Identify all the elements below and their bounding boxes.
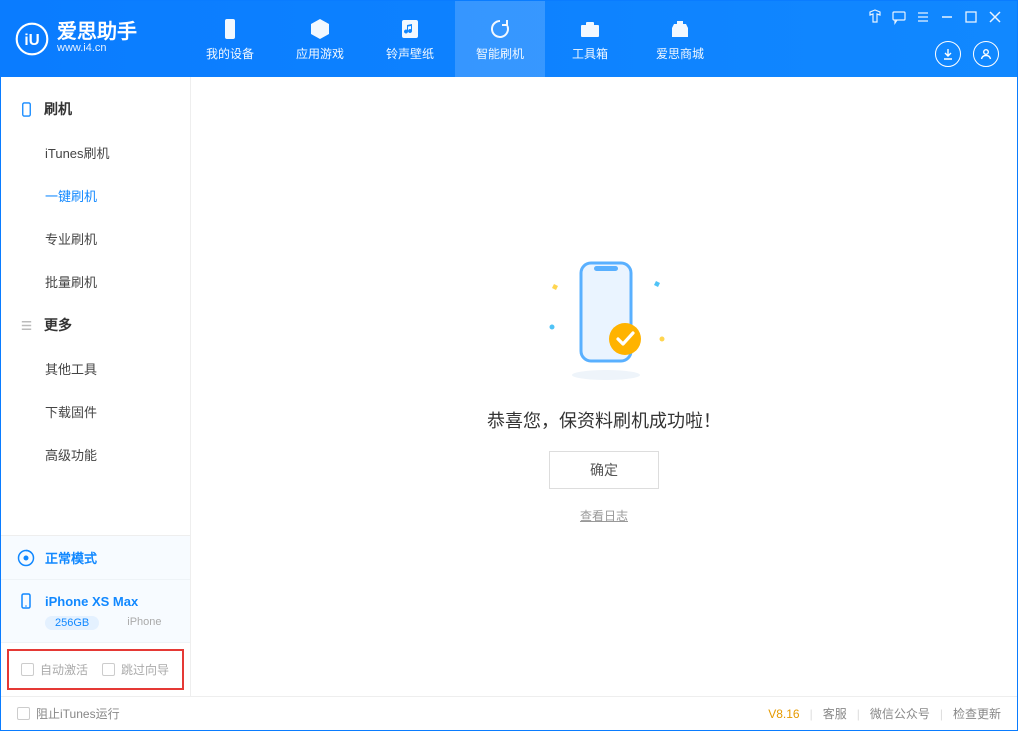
app-name: 爱思助手 xyxy=(57,22,137,42)
header-actions xyxy=(935,41,999,67)
sidebar-nav: 刷机 iTunes刷机 一键刷机 专业刷机 批量刷机 更多 其他工具 下载固件 … xyxy=(1,77,190,535)
app-logo: iU 爱思助手 www.i4.cn xyxy=(15,22,185,56)
nav-tab-toolbox[interactable]: 工具箱 xyxy=(545,1,635,77)
version-label: V8.16 xyxy=(768,707,799,721)
sidebar-group-flash: 刷机 xyxy=(1,87,190,131)
refresh-icon xyxy=(488,17,512,41)
logo-icon: iU xyxy=(15,22,49,56)
sidebar: 刷机 iTunes刷机 一键刷机 专业刷机 批量刷机 更多 其他工具 下载固件 … xyxy=(1,77,191,696)
sidebar-group-more: 更多 xyxy=(1,303,190,347)
nav-tab-store[interactable]: 爱思商城 xyxy=(635,1,725,77)
block-itunes-checkbox[interactable]: 阻止iTunes运行 xyxy=(17,705,120,722)
footer-link-update[interactable]: 检查更新 xyxy=(953,705,1001,722)
checkbox-icon xyxy=(21,663,34,676)
footer-link-support[interactable]: 客服 xyxy=(823,705,847,722)
app-body: 刷机 iTunes刷机 一键刷机 专业刷机 批量刷机 更多 其他工具 下载固件 … xyxy=(1,77,1017,696)
confirm-button[interactable]: 确定 xyxy=(549,451,659,489)
mode-card[interactable]: 正常模式 xyxy=(1,536,190,580)
feedback-icon[interactable] xyxy=(891,9,907,25)
mode-label: 正常模式 xyxy=(45,548,97,567)
checkbox-icon xyxy=(17,707,30,720)
download-icon xyxy=(941,47,955,61)
music-icon xyxy=(398,17,422,41)
main-content: 恭喜您，保资料刷机成功啦！ 确定 查看日志 xyxy=(191,77,1017,696)
device-icon xyxy=(17,592,35,610)
device-name: iPhone XS Max xyxy=(45,594,138,609)
nav-tab-apps[interactable]: 应用游戏 xyxy=(275,1,365,77)
sidebar-item-itunes-flash[interactable]: iTunes刷机 xyxy=(1,131,190,174)
mode-icon xyxy=(17,549,35,567)
svg-text:iU: iU xyxy=(24,32,39,49)
checkbox-icon xyxy=(102,663,115,676)
device-storage: 256GB xyxy=(45,616,99,630)
cube-icon xyxy=(308,17,332,41)
phone-icon xyxy=(218,17,242,41)
skip-guide-checkbox[interactable]: 跳过向导 xyxy=(102,661,169,678)
auto-activate-checkbox[interactable]: 自动激活 xyxy=(21,661,88,678)
window-controls xyxy=(867,9,1003,25)
success-message: 恭喜您，保资料刷机成功啦！ xyxy=(487,407,721,433)
account-button[interactable] xyxy=(973,41,999,67)
nav-tab-ringtones[interactable]: 铃声壁纸 xyxy=(365,1,455,77)
minimize-icon[interactable] xyxy=(939,9,955,25)
view-log-link[interactable]: 查看日志 xyxy=(580,507,628,524)
app-header: iU 爱思助手 www.i4.cn 我的设备 应用游戏 铃声壁纸 智能刷机 工具… xyxy=(1,1,1017,77)
sidebar-item-download-firmware[interactable]: 下载固件 xyxy=(1,390,190,433)
footer-right: V8.16 | 客服 | 微信公众号 | 检查更新 xyxy=(768,705,1001,722)
sidebar-item-batch-flash[interactable]: 批量刷机 xyxy=(1,260,190,303)
maximize-icon[interactable] xyxy=(963,9,979,25)
user-icon xyxy=(979,47,993,61)
store-icon xyxy=(668,17,692,41)
sidebar-item-advanced[interactable]: 高级功能 xyxy=(1,433,190,476)
nav-tabs: 我的设备 应用游戏 铃声壁纸 智能刷机 工具箱 爱思商城 xyxy=(185,1,725,77)
nav-tab-device[interactable]: 我的设备 xyxy=(185,1,275,77)
device-type: iPhone xyxy=(127,616,161,628)
success-illustration xyxy=(524,249,684,389)
phone-outline-icon xyxy=(19,102,34,117)
app-url: www.i4.cn xyxy=(57,42,137,55)
sidebar-item-other-tools[interactable]: 其他工具 xyxy=(1,347,190,390)
sidebar-bottom: 正常模式 iPhone XS Max 256GB iPhone 自动激活 跳过向… xyxy=(1,535,190,696)
nav-tab-flash[interactable]: 智能刷机 xyxy=(455,1,545,77)
status-bar: 阻止iTunes运行 V8.16 | 客服 | 微信公众号 | 检查更新 xyxy=(1,696,1017,730)
download-button[interactable] xyxy=(935,41,961,67)
activation-options: 自动激活 跳过向导 xyxy=(7,649,184,690)
footer-link-wechat[interactable]: 微信公众号 xyxy=(870,705,930,722)
menu-icon[interactable] xyxy=(915,9,931,25)
toolbox-icon xyxy=(578,17,602,41)
list-icon xyxy=(19,318,34,333)
sidebar-item-pro-flash[interactable]: 专业刷机 xyxy=(1,217,190,260)
sidebar-item-oneclick-flash[interactable]: 一键刷机 xyxy=(1,174,190,217)
close-icon[interactable] xyxy=(987,9,1003,25)
device-card[interactable]: iPhone XS Max 256GB iPhone xyxy=(1,580,190,643)
skin-icon[interactable] xyxy=(867,9,883,25)
